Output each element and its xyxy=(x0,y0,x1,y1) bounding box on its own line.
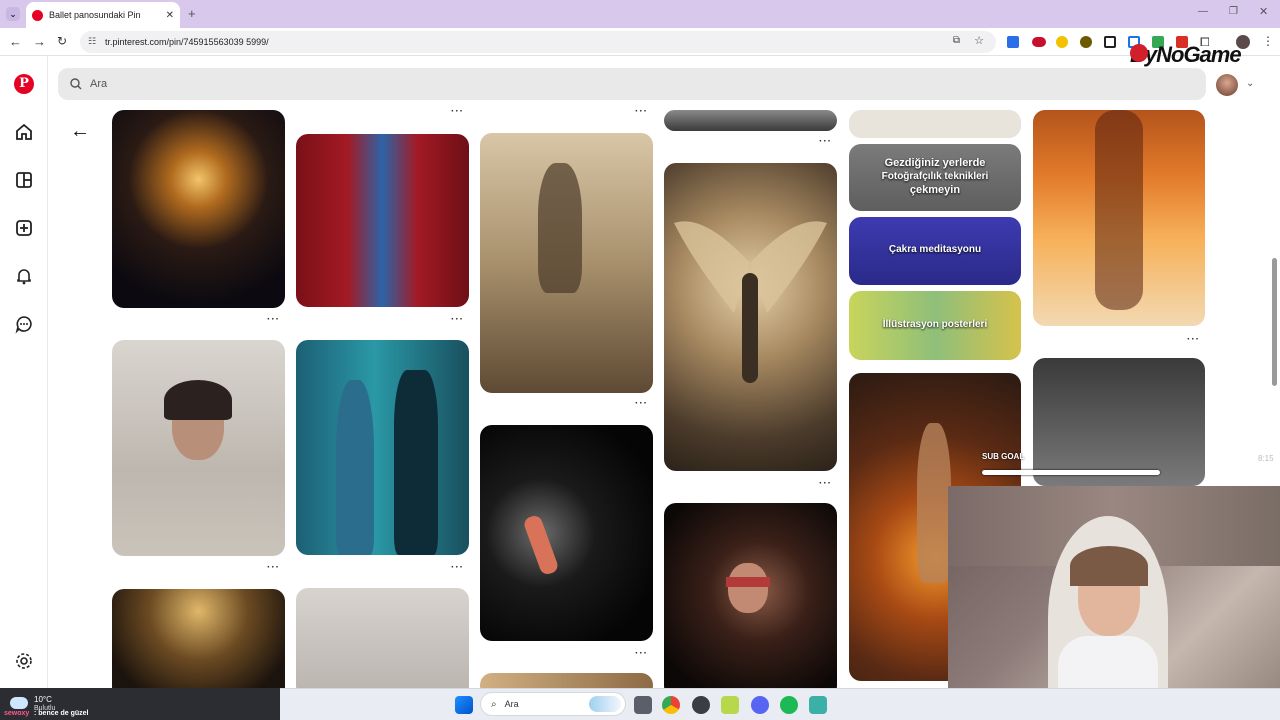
obs-icon[interactable] xyxy=(692,696,710,714)
pin-more-icon[interactable]: ··· xyxy=(267,562,280,573)
spotify-icon[interactable] xyxy=(780,696,798,714)
pin-image[interactable] xyxy=(296,340,469,555)
pin-image[interactable] xyxy=(664,503,837,698)
photography-tips-pin[interactable]: Gezdiğiniz yerlerde Fotoğrafçılık teknik… xyxy=(849,144,1021,211)
weather-widget[interactable]: 10°C Bulutlu sewoxy : bence de güzel xyxy=(0,688,280,720)
webcam-overlay xyxy=(948,486,1280,720)
pin-image[interactable] xyxy=(1033,358,1205,486)
browser-menu-icon[interactable]: ⋮ xyxy=(1262,34,1274,48)
search-icon xyxy=(70,78,82,90)
pin-more-icon[interactable]: ··· xyxy=(451,314,464,325)
pin-caption: İllüstrasyon posterleri xyxy=(882,319,988,330)
close-tab-icon[interactable]: ✕ xyxy=(166,10,174,21)
sub-goal-progress-bar xyxy=(982,470,1160,475)
translate-extension-icon[interactable] xyxy=(1007,36,1019,48)
messages-icon[interactable] xyxy=(14,314,34,334)
notepad-icon[interactable] xyxy=(809,696,827,714)
pin-image[interactable] xyxy=(849,110,1021,138)
minimize-icon[interactable]: — xyxy=(1198,6,1208,17)
pin-more-icon[interactable]: ··· xyxy=(819,478,832,489)
pin-caption: Çakra meditasyonu xyxy=(888,244,982,255)
pinterest-logo-icon[interactable]: P xyxy=(14,74,34,94)
pin-image[interactable] xyxy=(664,163,837,471)
back-icon[interactable]: ← xyxy=(9,34,22,49)
account-chevron-down-icon[interactable]: ⌄ xyxy=(1246,78,1254,89)
pin-image[interactable] xyxy=(296,134,469,307)
taskbar-search[interactable]: ⌕ Ara xyxy=(480,692,626,716)
windows-start-icon[interactable] xyxy=(455,696,473,714)
chat-username: sewoxy xyxy=(4,710,30,717)
pin-image[interactable] xyxy=(664,110,837,131)
pin-caption: Fotoğrafçılık teknikleri xyxy=(881,171,989,182)
pin-caption: Gezdiğiniz yerlerde xyxy=(884,157,986,169)
illustration-posters-pin[interactable]: İllüstrasyon posterleri xyxy=(849,291,1021,360)
search-highlight-image xyxy=(589,696,621,712)
taskbar-search-label: Ara xyxy=(504,699,519,709)
search-placeholder: Ara xyxy=(90,78,108,90)
pin-more-icon[interactable]: ··· xyxy=(267,314,280,325)
cloud-icon xyxy=(10,697,28,709)
extension-icon[interactable] xyxy=(1032,37,1046,47)
pin-image[interactable] xyxy=(112,589,285,699)
pin-image[interactable] xyxy=(480,133,653,393)
task-view-icon[interactable] xyxy=(634,696,652,714)
reload-icon[interactable]: ↻ xyxy=(57,34,67,48)
create-icon[interactable] xyxy=(14,218,34,238)
extension-icon[interactable] xyxy=(1104,36,1116,48)
settings-gear-icon[interactable] xyxy=(14,651,34,671)
live-app-icon[interactable] xyxy=(721,696,739,714)
pin-image[interactable] xyxy=(1033,110,1205,326)
extension-icon[interactable] xyxy=(1080,36,1092,48)
pin-image[interactable] xyxy=(112,110,285,308)
extension-icon[interactable] xyxy=(1056,36,1068,48)
url-text: tr.pinterest.com/pin/745915563039 5999/ xyxy=(105,37,269,47)
bookmark-star-icon[interactable]: ☆ xyxy=(974,34,984,47)
close-window-icon[interactable]: ✕ xyxy=(1259,5,1268,18)
install-app-icon[interactable]: ⧉ xyxy=(953,35,960,46)
back-arrow-icon[interactable]: ← xyxy=(70,120,90,143)
tab-title: Ballet panosundaki Pin xyxy=(49,10,141,20)
angel-wings-illustration xyxy=(674,221,827,383)
tab-list-button[interactable]: ⌄ xyxy=(6,7,20,21)
search-icon: ⌕ xyxy=(491,698,497,710)
pin-more-icon[interactable]: ··· xyxy=(451,562,464,573)
site-info-icon[interactable]: ☷ xyxy=(88,36,96,47)
page-scrollbar[interactable] xyxy=(1272,258,1277,386)
user-avatar[interactable] xyxy=(1216,74,1238,96)
pin-image[interactable] xyxy=(296,588,469,698)
pin-more-icon[interactable]: ··· xyxy=(451,106,464,117)
pinterest-favicon-icon xyxy=(32,9,43,21)
address-bar[interactable]: ☷ tr.pinterest.com/pin/745915563039 5999… xyxy=(80,31,996,53)
notifications-bell-icon[interactable] xyxy=(14,266,34,286)
pin-caption: çekmeyin xyxy=(909,184,961,196)
home-icon[interactable] xyxy=(14,122,34,142)
chat-message: : bence de güzel xyxy=(34,710,89,717)
restore-icon[interactable]: ❐ xyxy=(1229,6,1238,17)
pin-more-icon[interactable]: ··· xyxy=(1187,334,1200,345)
sub-goal-label: SUB GOAL xyxy=(982,452,1025,461)
pin-more-icon[interactable]: ··· xyxy=(819,136,832,147)
weather-temp: 10°C xyxy=(34,695,52,704)
chrome-icon[interactable] xyxy=(662,696,680,714)
active-tab[interactable]: Ballet panosundaki Pin ✕ xyxy=(26,2,180,28)
bynogame-logo-mark xyxy=(1130,44,1148,62)
stream-clock: 8:15 xyxy=(1258,454,1274,463)
pin-more-icon[interactable]: ··· xyxy=(635,398,648,409)
pinterest-sidebar xyxy=(0,56,48,688)
search-bar[interactable]: Ara xyxy=(58,68,1206,100)
pin-image[interactable] xyxy=(112,340,285,556)
pin-image[interactable] xyxy=(480,425,653,641)
chakra-meditation-pin[interactable]: Çakra meditasyonu xyxy=(849,217,1021,285)
forward-icon[interactable]: → xyxy=(33,34,46,49)
pin-more-icon[interactable]: ··· xyxy=(635,648,648,659)
pin-more-icon[interactable]: ··· xyxy=(635,106,648,117)
new-tab-icon[interactable]: + xyxy=(188,6,196,21)
discord-icon[interactable] xyxy=(751,696,769,714)
explore-icon[interactable] xyxy=(14,170,34,190)
